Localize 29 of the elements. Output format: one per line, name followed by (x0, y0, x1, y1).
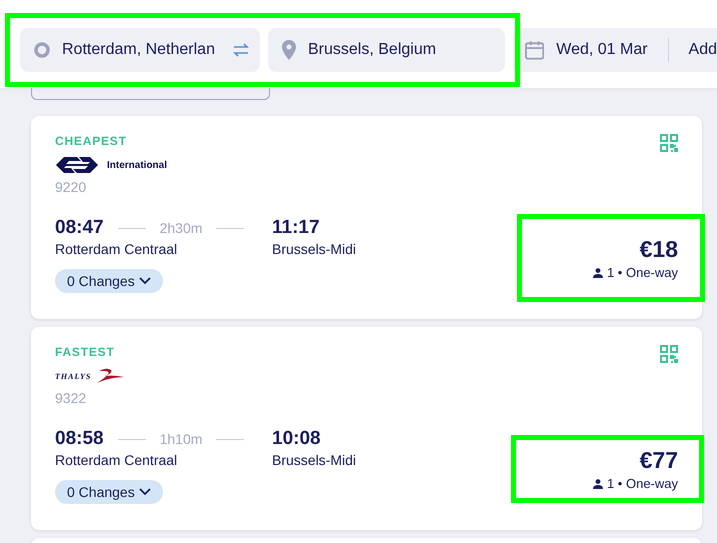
logo-text: THALYS (55, 372, 92, 380)
changes-button[interactable]: 0 Changes (55, 269, 163, 293)
departure-time: 08:58 (55, 428, 104, 450)
duration-text: 2h30m (160, 220, 202, 236)
arrival-time: 11:17 (272, 217, 321, 239)
price-text: €18 (640, 236, 678, 263)
changes-button[interactable]: 0 Changes (55, 480, 163, 504)
destination-field[interactable]: Brussels, Belgium (268, 28, 505, 72)
departure-time: 08:47 (55, 217, 104, 239)
passenger-text: 1 • One-way (606, 476, 678, 491)
tag-label: FASTEST (55, 345, 116, 359)
add-text[interactable]: Add (688, 41, 717, 59)
station-name: Brussels-Midi (272, 241, 356, 257)
duration-text: 1h10m (160, 431, 202, 447)
passenger-text: 1 • One-way (606, 265, 678, 280)
date-text: Wed, 01 Mar (556, 41, 648, 59)
station-name: Rotterdam Centraal (55, 241, 178, 257)
train-number: 9220 (55, 179, 88, 195)
origin-field[interactable]: Rotterdam, Netherlan (20, 28, 260, 72)
station-name: Rotterdam Centraal (55, 452, 178, 468)
date-field[interactable]: Wed, 01 Mar Add (513, 28, 717, 72)
tag-label: CHEAPEST (55, 134, 128, 148)
station-name: Brussels-Midi (272, 452, 356, 468)
arrival-time: 10:08 (272, 428, 322, 450)
logo-text: International (107, 160, 168, 170)
journey-card[interactable]: CHEAPEST International 9220 08:47 2h30m 11:17 Rotterdam Centraal Brussels-Midi 0 Changes €18 1 • One-way (31, 116, 702, 319)
price-text: €77 (640, 447, 678, 474)
journey-card[interactable]: FASTEST THALYS 9322 08:58 1h10m 10:08 Rotterdam Centraal Brussels-Midi 0 Changes €77 1 • One-way (31, 327, 702, 530)
train-number: 9322 (55, 390, 88, 406)
